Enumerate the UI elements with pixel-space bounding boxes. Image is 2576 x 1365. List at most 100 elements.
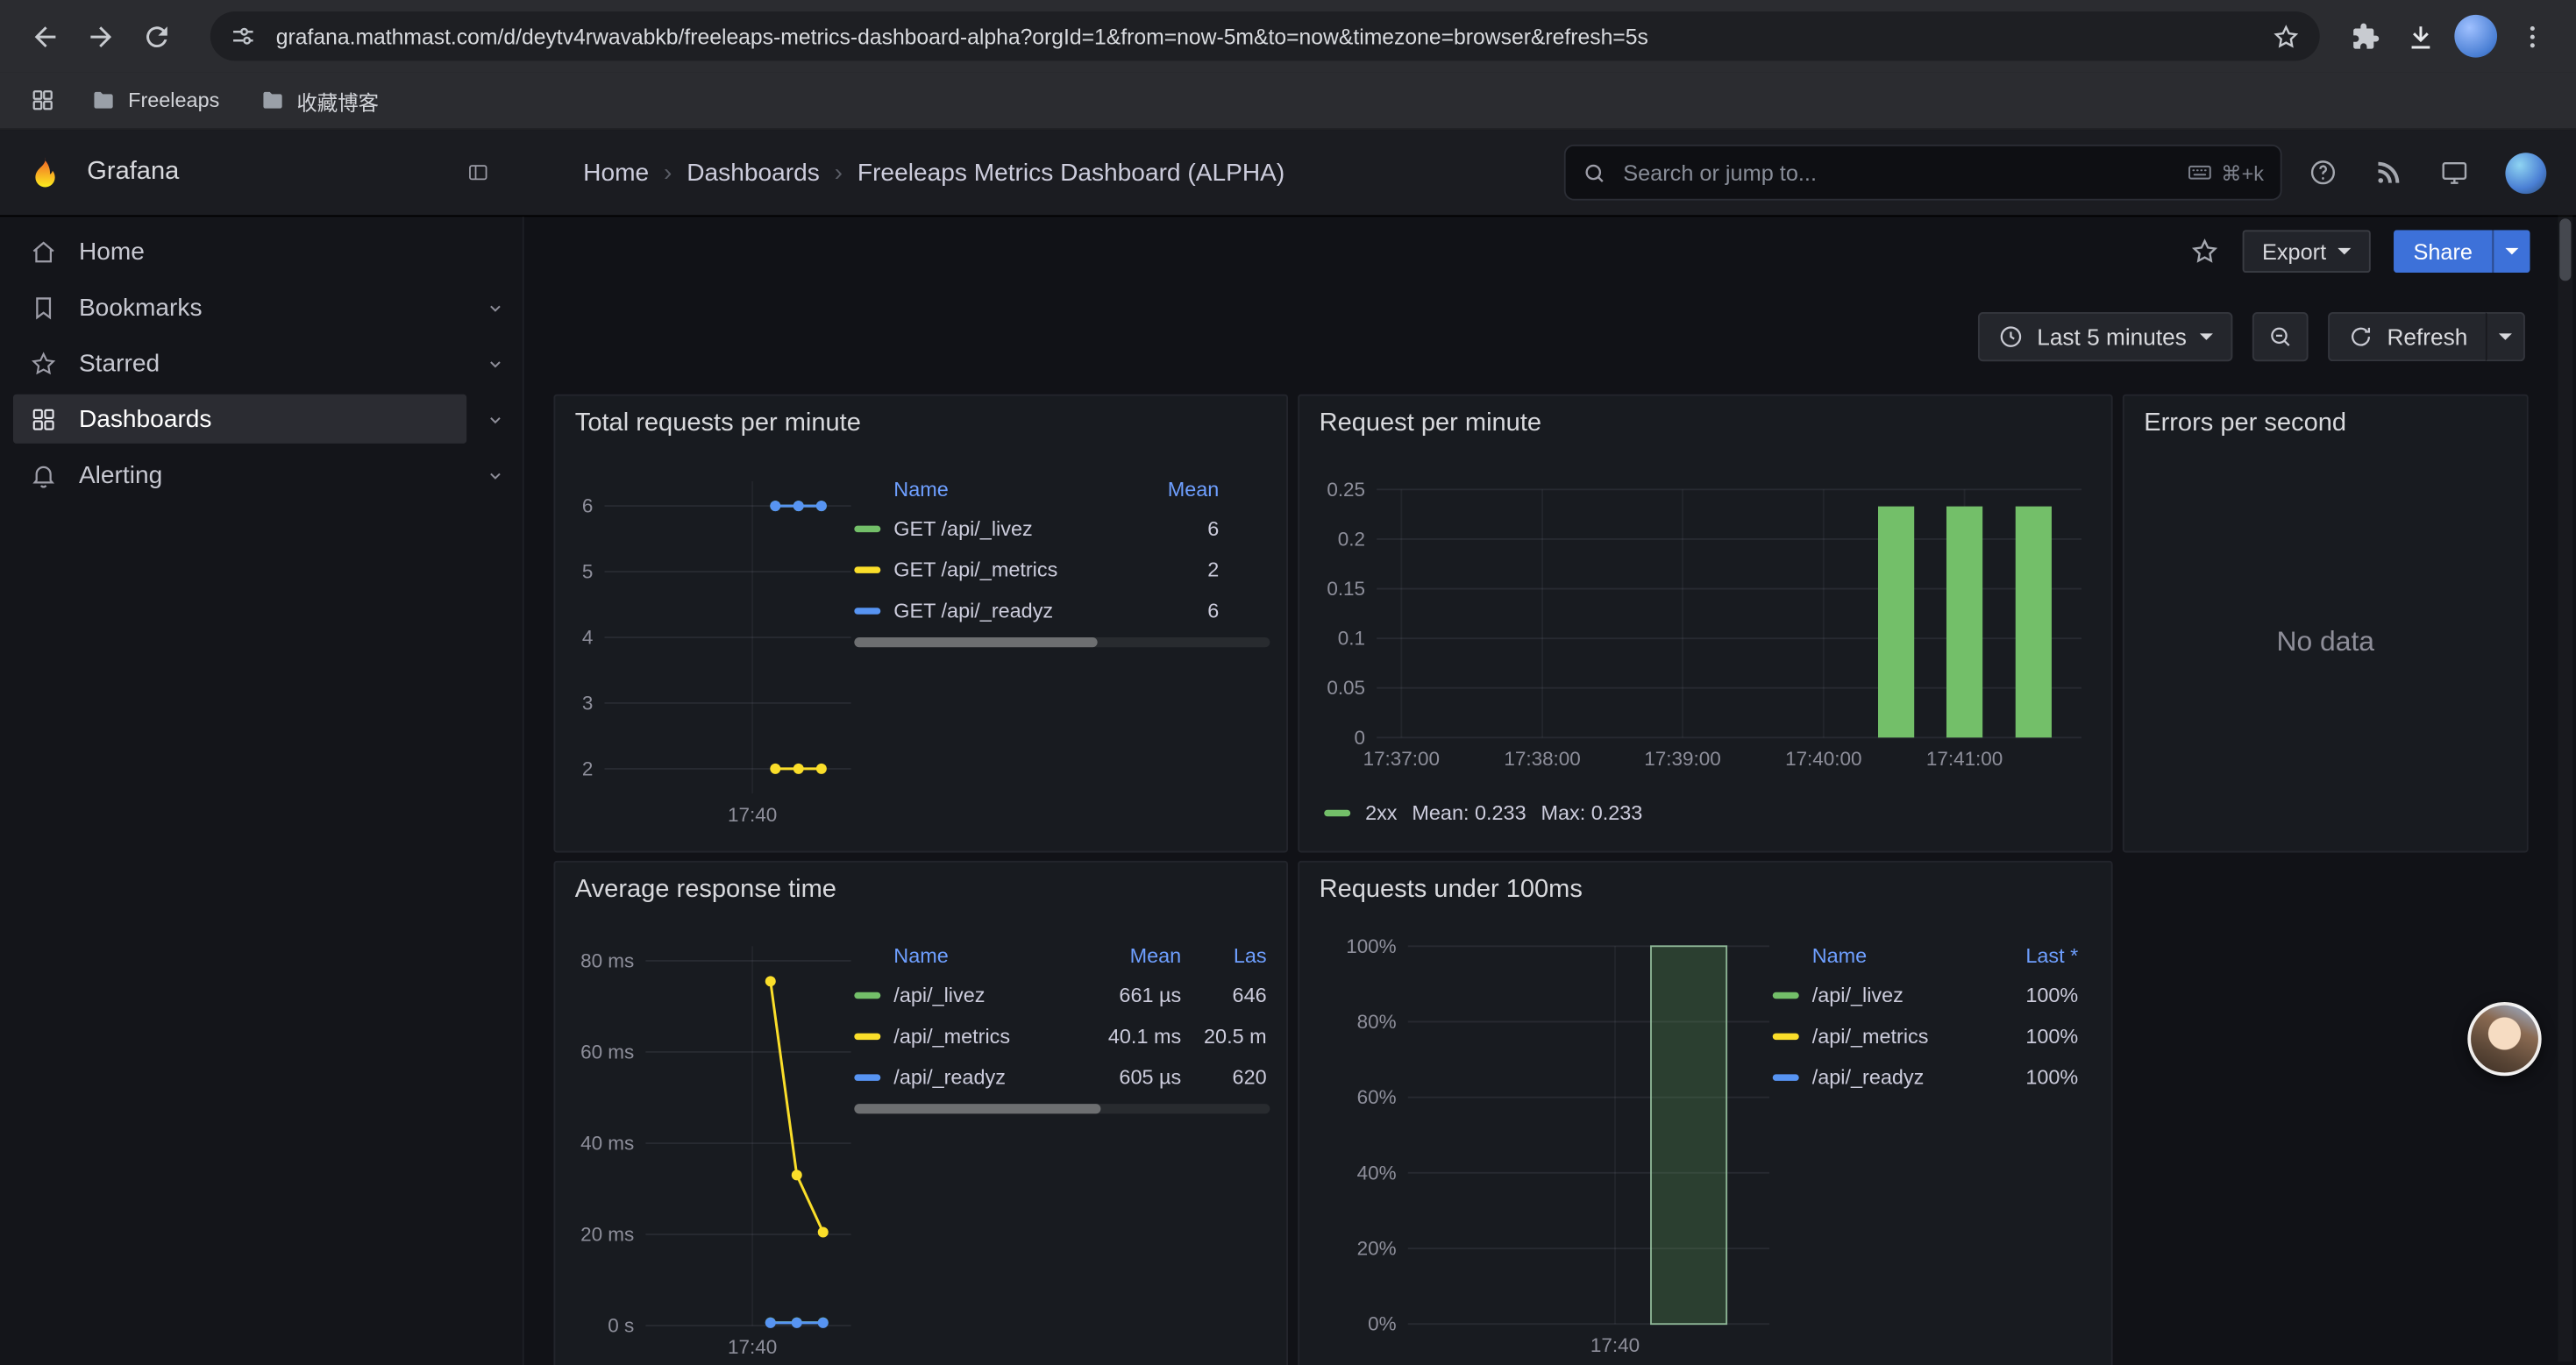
- grafana-logo: [26, 153, 64, 191]
- request-per-minute-chart: 0.250.20.150.10.05017:37:0017:38:0017:39…: [1299, 396, 2111, 851]
- browser-menu-button[interactable]: [2504, 8, 2560, 64]
- legend-row[interactable]: /api/_livez100%: [1773, 974, 2079, 1015]
- forward-button[interactable]: [72, 8, 128, 64]
- address-bar[interactable]: [210, 11, 2320, 60]
- legend-mean: Mean: 0.233: [1412, 801, 1526, 824]
- panel-requests-under-100ms: Requests under 100ms 100%80%60%40%20%0%1…: [1298, 861, 2112, 1365]
- svg-text:40 ms: 40 ms: [580, 1132, 634, 1154]
- reload-button[interactable]: [128, 8, 184, 64]
- series-swatch: [1773, 1073, 1799, 1079]
- assistant-avatar[interactable]: [2467, 1002, 2541, 1076]
- svg-text:17:39:00: 17:39:00: [1644, 748, 1720, 770]
- series-swatch: [1773, 992, 1799, 998]
- legend-column-value[interactable]: Las: [1194, 944, 1266, 967]
- legend-column-value[interactable]: Last *: [1999, 944, 2078, 967]
- page-scrollbar[interactable]: [2558, 215, 2572, 1361]
- legend-row[interactable]: GET /api/_metrics2: [854, 549, 1219, 590]
- dock-menu-button[interactable]: [457, 151, 500, 194]
- bookmark-folder-blogs[interactable]: 收藏博客: [244, 79, 394, 122]
- share-button[interactable]: Share: [2394, 230, 2492, 273]
- search-shortcut: ⌘+k: [2187, 160, 2264, 186]
- legend-column-name[interactable]: Name: [893, 478, 1140, 501]
- refresh-split-button: Refresh: [2328, 312, 2525, 361]
- panel-legend: Name Mean Las/api/_livez661 µs646/api/_met…: [854, 938, 1266, 1098]
- sidebar-link-alerting[interactable]: Alerting: [13, 450, 466, 499]
- legend-series-name: /api/_readyz: [893, 1065, 1072, 1088]
- user-avatar[interactable]: [2505, 152, 2546, 193]
- legend-row[interactable]: /api/_readyz100%: [1773, 1056, 2079, 1098]
- svg-text:17:40: 17:40: [728, 1336, 777, 1358]
- svg-text:60 ms: 60 ms: [580, 1041, 634, 1063]
- apps-grid-icon[interactable]: [19, 79, 65, 122]
- chevron-down-icon[interactable]: [466, 409, 523, 430]
- url-input[interactable]: [273, 22, 2272, 50]
- sidebar-item-label: Home: [79, 238, 145, 266]
- sidebar-link-starred[interactable]: Starred: [13, 338, 466, 387]
- legend-series-label[interactable]: 2xx: [1365, 801, 1397, 824]
- scrollbar-thumb[interactable]: [854, 637, 1097, 647]
- breadcrumb-item[interactable]: Home: [583, 159, 649, 187]
- dashboard-main: Export Share Last 5 minutes: [524, 217, 2576, 1365]
- help-button[interactable]: [2309, 158, 2338, 188]
- sidebar-link-dashboards[interactable]: Dashboards: [13, 395, 466, 444]
- legend-column-name[interactable]: Name: [1812, 944, 1987, 967]
- svg-text:2: 2: [582, 757, 594, 779]
- svg-text:3: 3: [582, 692, 594, 714]
- sidebar-link-bookmarks[interactable]: Bookmarks: [13, 282, 466, 331]
- legend-row[interactable]: GET /api/_readyz6: [854, 590, 1219, 631]
- breadcrumb-separator: ›: [664, 159, 672, 187]
- legend-row[interactable]: /api/_metrics40.1 ms20.5 m: [854, 1015, 1266, 1056]
- series-swatch: [854, 1073, 880, 1079]
- site-settings-icon[interactable]: [230, 23, 256, 49]
- legend-column-value[interactable]: Mean: [1086, 944, 1182, 967]
- svg-text:80 ms: 80 ms: [580, 949, 634, 971]
- news-button[interactable]: [2374, 158, 2404, 188]
- refresh-button[interactable]: Refresh: [2328, 312, 2486, 361]
- legend-column-name[interactable]: Name: [893, 944, 1072, 967]
- legend-value: 100%: [1999, 983, 2078, 1006]
- extensions-button[interactable]: [2336, 8, 2392, 64]
- search-bar[interactable]: ⌘+k: [1564, 145, 2282, 201]
- bookmark-folder-freeleaps[interactable]: Freeleaps: [75, 79, 234, 122]
- legend-row[interactable]: /api/_livez661 µs646: [854, 974, 1266, 1015]
- scrollbar-thumb[interactable]: [2559, 218, 2571, 281]
- search-input[interactable]: [1619, 159, 2186, 187]
- legend-scrollbar[interactable]: [854, 1104, 1270, 1113]
- zoom-out-button[interactable]: [2252, 312, 2309, 361]
- back-button[interactable]: [17, 8, 73, 64]
- panel-errors-per-second: Errors per second No data: [2123, 395, 2529, 853]
- rss-icon: [2374, 158, 2404, 188]
- refresh-interval-dropdown[interactable]: [2486, 312, 2525, 361]
- browser-profile-avatar[interactable]: [2454, 15, 2497, 58]
- dashboard-actions: Export Share: [2190, 224, 2530, 280]
- legend-row[interactable]: GET /api/_livez6: [854, 508, 1219, 549]
- legend-header: Name Last *: [1773, 938, 2079, 974]
- export-button[interactable]: Export: [2243, 230, 2371, 273]
- legend-scrollbar[interactable]: [854, 637, 1270, 647]
- scrollbar-thumb[interactable]: [854, 1104, 1100, 1113]
- grafana-header: Grafana Home›Dashboards›Freeleaps Metric…: [0, 130, 2576, 217]
- legend-row[interactable]: /api/_readyz605 µs620: [854, 1056, 1266, 1098]
- chevron-down-icon[interactable]: [466, 352, 523, 373]
- time-range-picker[interactable]: Last 5 minutes: [1978, 312, 2233, 361]
- chevron-down-icon[interactable]: [466, 464, 523, 485]
- sidebar-link-home[interactable]: Home: [13, 227, 523, 276]
- share-dropdown-button[interactable]: [2492, 230, 2530, 273]
- screen-button[interactable]: [2439, 158, 2469, 188]
- favorite-dashboard-button[interactable]: [2190, 237, 2220, 267]
- svg-text:60%: 60%: [1357, 1086, 1397, 1108]
- downloads-button[interactable]: [2392, 8, 2448, 64]
- folder-icon: [90, 87, 117, 113]
- chevron-down-icon[interactable]: [466, 296, 523, 317]
- legend-row[interactable]: /api/_metrics100%: [1773, 1015, 2079, 1056]
- panel-request-per-minute: Request per minute 0.250.20.150.10.05017…: [1298, 395, 2112, 853]
- swatch-spacer: [1773, 953, 1799, 959]
- bookmark-page-icon[interactable]: [2272, 22, 2300, 50]
- panel-title[interactable]: Errors per second: [2144, 409, 2346, 439]
- breadcrumb-item[interactable]: Dashboards: [687, 159, 820, 187]
- legend-column-value[interactable]: Mean: [1153, 478, 1219, 501]
- series-swatch: [854, 565, 880, 572]
- sidebar-item-alerting: Alerting: [0, 447, 523, 503]
- browser-window: Freeleaps 收藏博客 Grafana Home›Dashboards›F…: [0, 0, 2576, 1361]
- legend-series-name: /api/_metrics: [893, 1024, 1072, 1047]
